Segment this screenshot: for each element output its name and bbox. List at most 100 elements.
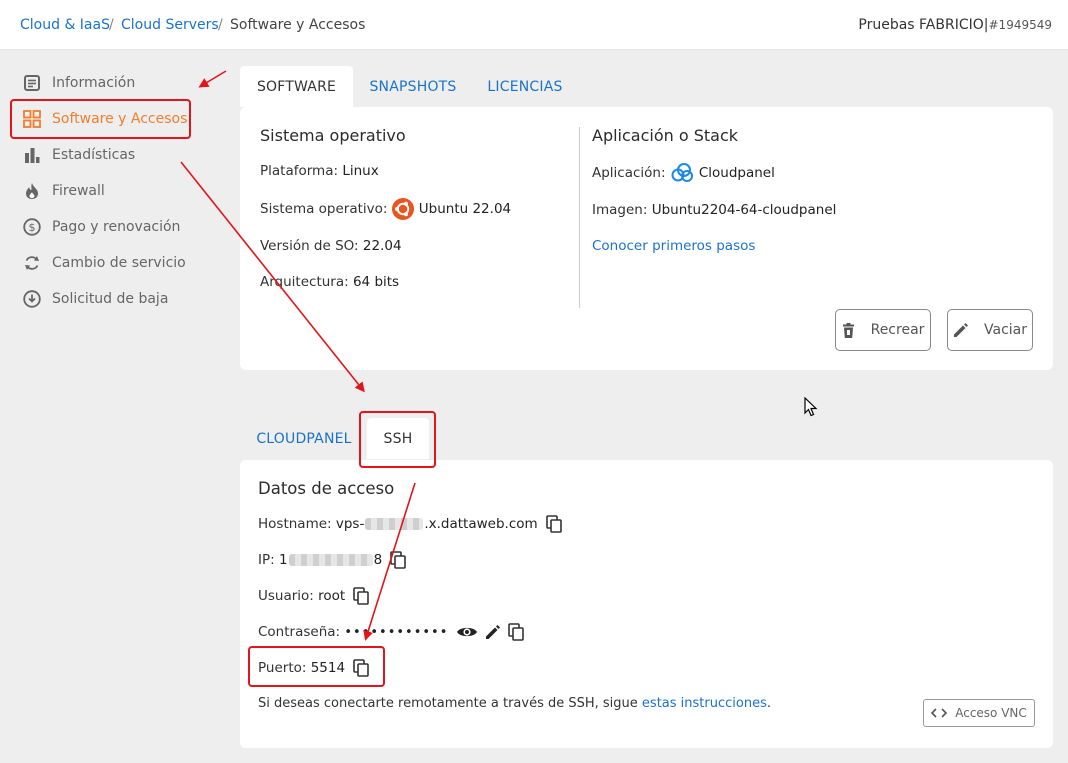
ubuntu-icon bbox=[391, 198, 414, 220]
breadcrumb-cloud-servers[interactable]: Cloud Servers bbox=[121, 17, 219, 33]
password-label: Contraseña: bbox=[258, 624, 341, 640]
svg-text:$: $ bbox=[29, 221, 36, 234]
account-label[interactable]: Pruebas FABRICIO|#1949549 bbox=[858, 17, 1052, 33]
pencil-icon bbox=[953, 322, 976, 338]
arch-row: Arquitectura: 64 bits bbox=[260, 274, 399, 290]
sidebar-item-label: Cambio de servicio bbox=[52, 255, 186, 271]
cloudpanel-icon bbox=[670, 162, 694, 184]
os-section-title: Sistema operativo bbox=[260, 126, 406, 145]
download-circle-icon bbox=[22, 289, 42, 309]
platform-label: Plataforma: bbox=[260, 163, 339, 179]
dollar-icon: $ bbox=[22, 217, 42, 237]
code-brackets-icon bbox=[931, 708, 948, 718]
sidebar-item-firewall[interactable]: Firewall bbox=[22, 179, 105, 203]
flame-icon bbox=[22, 181, 42, 201]
sidebar-item-informacion[interactable]: Información bbox=[22, 71, 135, 95]
account-name: Pruebas FABRICIO| bbox=[858, 17, 989, 33]
instructions-text: Si deseas conectarte remotamente a travé… bbox=[258, 696, 771, 711]
pencil-icon[interactable] bbox=[485, 624, 501, 640]
image-label: Imagen: bbox=[592, 202, 648, 218]
vnc-button-label: Acceso VNC bbox=[955, 706, 1027, 720]
redacted-text bbox=[365, 518, 424, 530]
vnc-access-button[interactable]: Acceso VNC bbox=[923, 699, 1035, 727]
os-value: Ubuntu 22.04 bbox=[418, 201, 512, 217]
port-value: 5514 bbox=[310, 660, 346, 676]
ip-suffix: 8 bbox=[373, 552, 383, 568]
copy-icon[interactable] bbox=[508, 623, 525, 641]
platform-row: Plataforma: Linux bbox=[260, 163, 379, 179]
sidebar-item-label: Solicitud de baja bbox=[52, 291, 169, 307]
image-row: Imagen: Ubuntu2204-64-cloudpanel bbox=[592, 202, 836, 218]
breadcrumb-separator: / bbox=[218, 17, 223, 33]
ip-prefix: 1 bbox=[278, 552, 288, 568]
sidebar-item-label: Información bbox=[52, 75, 136, 91]
app-row: Aplicación: Cloudpanel bbox=[592, 162, 775, 184]
hostname-suffix: .x.dattaweb.com bbox=[424, 516, 538, 532]
refresh-icon bbox=[22, 253, 42, 273]
password-value: •••••••••••• bbox=[344, 624, 449, 640]
app-label: Aplicación: bbox=[592, 165, 666, 181]
recreate-button[interactable]: Recrear bbox=[835, 309, 931, 351]
version-value: 22.04 bbox=[362, 238, 402, 254]
hostname-label: Hostname: bbox=[258, 516, 332, 532]
tab-ssh[interactable]: SSH bbox=[367, 418, 429, 459]
sidebar-item-pago-renovacion[interactable]: $ Pago y renovación bbox=[22, 215, 180, 239]
tab-cloudpanel[interactable]: CLOUDPANEL bbox=[250, 418, 358, 459]
instructions-prefix: Si deseas conectarte remotamente a travé… bbox=[258, 696, 642, 711]
app-section-title: Aplicación o Stack bbox=[592, 126, 739, 145]
copy-icon[interactable] bbox=[390, 551, 406, 569]
sidebar-item-cambio-servicio[interactable]: Cambio de servicio bbox=[22, 251, 186, 275]
app-value: Cloudpanel bbox=[698, 165, 775, 181]
annotation-arrow bbox=[198, 70, 227, 88]
sidebar-item-solicitud-baja[interactable]: Solicitud de baja bbox=[22, 287, 168, 311]
arch-value: 64 bits bbox=[352, 274, 400, 290]
ssh-section-title: Datos de acceso bbox=[258, 479, 395, 498]
account-number: #1949549 bbox=[988, 18, 1053, 32]
platform-value: Linux bbox=[342, 163, 379, 179]
port-label: Puerto: bbox=[258, 660, 307, 676]
recreate-button-label: Recrear bbox=[870, 322, 925, 338]
ip-label: IP: bbox=[258, 552, 275, 568]
tab-software[interactable]: SOFTWARE bbox=[240, 66, 353, 107]
empty-button[interactable]: Vaciar bbox=[947, 309, 1033, 351]
bar-chart-icon bbox=[22, 145, 42, 165]
eye-icon[interactable] bbox=[456, 625, 478, 639]
grid-icon bbox=[22, 109, 42, 129]
password-row: Contraseña: •••••••••••• bbox=[258, 623, 525, 641]
hostname-prefix: vps- bbox=[335, 516, 365, 532]
sidebar-item-software-accesos[interactable]: Software y Accesos bbox=[22, 107, 187, 131]
ip-row: IP: 1 8 bbox=[258, 551, 406, 569]
os-label: Sistema operativo: bbox=[260, 201, 388, 217]
user-row: Usuario: root bbox=[258, 587, 370, 605]
breadcrumb-separator: / bbox=[109, 17, 114, 33]
empty-button-label: Vaciar bbox=[984, 322, 1027, 338]
sidebar-item-label: Firewall bbox=[52, 183, 105, 199]
top-bar: Cloud & IaaS / Cloud Servers / Software … bbox=[0, 0, 1068, 50]
version-row: Versión de SO: 22.04 bbox=[260, 238, 402, 254]
tab-snapshots[interactable]: SNAPSHOTS bbox=[360, 66, 466, 107]
tab-licencias[interactable]: LICENCIAS bbox=[478, 66, 572, 107]
document-icon bbox=[22, 73, 42, 93]
copy-icon[interactable] bbox=[545, 515, 562, 533]
instructions-end: . bbox=[766, 696, 771, 711]
os-row: Sistema operativo: Ubuntu 22.04 bbox=[260, 198, 511, 220]
trash-icon bbox=[842, 322, 863, 338]
breadcrumb-cloud-iaas[interactable]: Cloud & IaaS bbox=[20, 17, 110, 33]
version-label: Versión de SO: bbox=[260, 238, 359, 254]
divider bbox=[579, 127, 580, 308]
port-row: Puerto: 5514 bbox=[258, 659, 369, 677]
copy-icon[interactable] bbox=[353, 587, 370, 605]
sidebar-item-label: Software y Accesos bbox=[52, 111, 188, 127]
first-steps-link[interactable]: Conocer primeros pasos bbox=[592, 238, 755, 254]
redacted-text bbox=[288, 554, 373, 566]
sidebar-item-label: Estadísticas bbox=[52, 147, 136, 163]
copy-icon[interactable] bbox=[353, 659, 369, 677]
sidebar-item-estadisticas[interactable]: Estadísticas bbox=[22, 143, 135, 167]
user-label: Usuario: bbox=[258, 588, 314, 604]
arch-label: Arquitectura: bbox=[260, 274, 349, 290]
mouse-cursor-icon bbox=[804, 396, 818, 421]
instructions-link[interactable]: estas instrucciones bbox=[642, 696, 767, 711]
image-value: Ubuntu2204-64-cloudpanel bbox=[651, 202, 837, 218]
sidebar-item-label: Pago y renovación bbox=[52, 219, 181, 235]
breadcrumb-current: Software y Accesos bbox=[230, 17, 366, 33]
